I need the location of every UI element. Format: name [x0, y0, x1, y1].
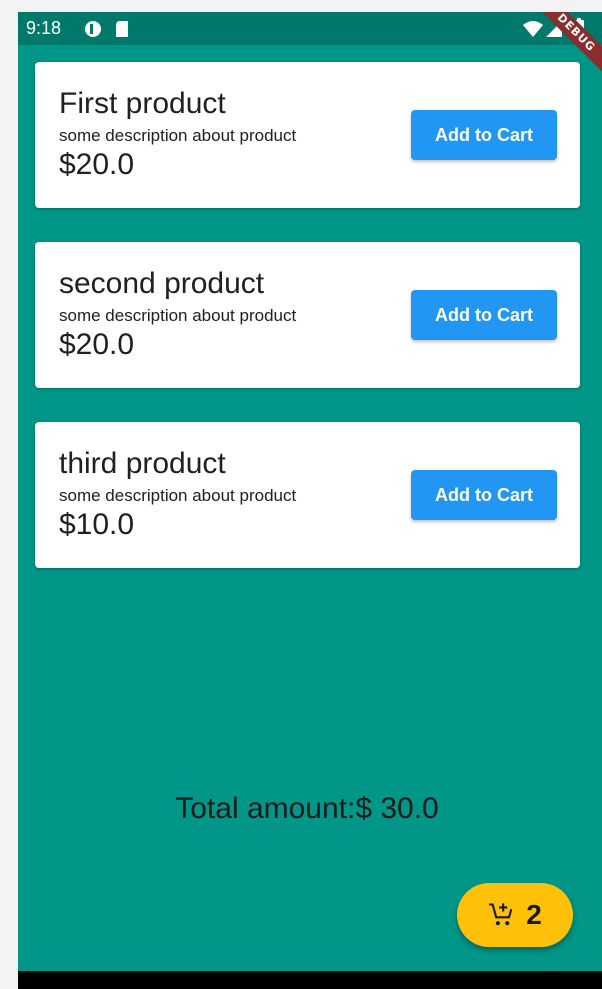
status-time: 9:18: [26, 18, 62, 38]
cart-fab-button[interactable]: 2: [457, 883, 573, 947]
product-price: $20.0: [59, 148, 135, 181]
product-name: second product: [59, 267, 265, 300]
product-price: $10.0: [59, 508, 135, 541]
add-to-cart-button[interactable]: Add to Cart: [411, 290, 557, 340]
product-description: some description about product: [59, 486, 297, 505]
app-screen: 9:18 DEBUG First product some descriptio…: [18, 12, 602, 989]
product-description: some description about product: [59, 126, 297, 145]
add-to-cart-button[interactable]: Add to Cart: [411, 110, 557, 160]
product-name: third product: [59, 447, 226, 480]
product-card: First product some description about pro…: [35, 62, 580, 208]
sd-card-icon: [116, 21, 128, 37]
cart-count: 2: [526, 899, 542, 930]
add-to-cart-button[interactable]: Add to Cart: [411, 470, 557, 520]
add-shopping-cart-icon: [489, 903, 513, 926]
wifi-icon: [523, 21, 543, 37]
product-card: second product some description about pr…: [35, 242, 580, 388]
navigation-bar: [18, 971, 602, 989]
status-bar: 9:18: [18, 12, 602, 45]
product-price: $20.0: [59, 328, 135, 361]
product-name: First product: [59, 87, 226, 120]
total-amount: Total amount:$ 30.0: [175, 792, 439, 825]
product-description: some description about product: [59, 306, 297, 325]
product-card: third product some description about pro…: [35, 422, 580, 568]
notification-icon: [85, 21, 101, 37]
